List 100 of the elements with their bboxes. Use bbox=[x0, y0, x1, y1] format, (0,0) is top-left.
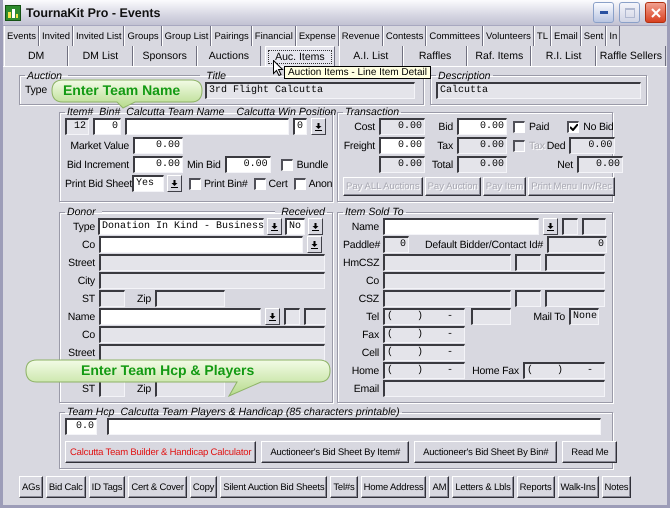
tab[interactable]: R.I. List bbox=[531, 46, 596, 66]
toolbar-button[interactable]: Notes bbox=[602, 476, 632, 498]
toolbar-button[interactable]: Copy bbox=[190, 476, 218, 498]
tab[interactable]: Pairings bbox=[211, 26, 252, 46]
text-field[interactable] bbox=[515, 290, 541, 307]
text-field[interactable]: ( ) - bbox=[523, 362, 605, 379]
toolbar-button[interactable]: Silent Auction Bid Sheets bbox=[220, 476, 328, 498]
text-field[interactable]: 3rd Flight Calcutta bbox=[204, 82, 415, 98]
text-field[interactable]: 0.00 bbox=[133, 137, 183, 154]
minimize-button[interactable] bbox=[593, 2, 614, 23]
action-button[interactable]: Auctioneer's Bid Sheet By Bin# bbox=[414, 441, 558, 463]
tab[interactable]: Group List bbox=[162, 26, 212, 46]
text-field[interactable] bbox=[99, 254, 325, 271]
text-field[interactable] bbox=[99, 290, 125, 307]
text-field[interactable] bbox=[107, 418, 601, 435]
toolbar-button[interactable]: Reports bbox=[516, 476, 555, 498]
text-field[interactable]: 0.00 bbox=[379, 137, 425, 154]
text-field[interactable] bbox=[155, 290, 225, 307]
tab[interactable]: Raffle Sellers bbox=[596, 46, 666, 66]
text-field[interactable]: ( ) - bbox=[383, 308, 465, 325]
tab[interactable]: Auc. Items bbox=[265, 46, 335, 66]
text-field[interactable] bbox=[99, 272, 325, 289]
toolbar-button[interactable]: Tel#s bbox=[330, 476, 358, 498]
tab[interactable]: DM bbox=[4, 46, 68, 66]
tab[interactable]: Raf. Items bbox=[467, 46, 532, 66]
text-field[interactable] bbox=[99, 308, 261, 325]
text-field[interactable] bbox=[383, 272, 605, 289]
text-field[interactable] bbox=[99, 344, 325, 361]
text-field[interactable]: 0.00 bbox=[457, 156, 507, 173]
dropdown-button[interactable] bbox=[308, 218, 323, 235]
text-field[interactable] bbox=[284, 308, 300, 325]
tab[interactable]: Invited List bbox=[73, 26, 124, 46]
checkbox[interactable] bbox=[294, 178, 306, 190]
text-field[interactable] bbox=[471, 308, 511, 325]
checkbox[interactable] bbox=[280, 158, 293, 170]
checkbox[interactable] bbox=[254, 178, 266, 190]
text-field[interactable]: Yes bbox=[132, 175, 164, 192]
text-field[interactable] bbox=[545, 254, 605, 271]
toolbar-button[interactable]: AGs bbox=[19, 476, 43, 498]
toolbar-button[interactable]: Cert & Cover bbox=[128, 476, 187, 498]
toolbar-button[interactable]: Letters & Lbls bbox=[452, 476, 514, 498]
action-button[interactable]: Read Me bbox=[562, 441, 618, 463]
text-field[interactable]: Calcutta bbox=[436, 82, 641, 98]
text-field[interactable]: Donation In Kind - Business bbox=[98, 218, 264, 235]
dropdown-button[interactable] bbox=[307, 236, 322, 253]
tab[interactable]: A.I. List bbox=[338, 46, 403, 66]
checkbox[interactable] bbox=[567, 120, 580, 132]
text-field[interactable]: 0.00 bbox=[577, 156, 623, 173]
text-field[interactable]: ( ) - bbox=[383, 344, 465, 361]
checkbox[interactable] bbox=[189, 178, 201, 190]
text-field[interactable]: 0.00 bbox=[133, 156, 183, 173]
toolbar-button[interactable]: Home Address bbox=[360, 476, 426, 498]
text-field[interactable] bbox=[545, 290, 605, 307]
tab[interactable]: Committees bbox=[426, 26, 484, 46]
tab[interactable]: Sent bbox=[580, 26, 606, 46]
text-field[interactable]: 0.00 bbox=[457, 137, 507, 154]
action-button[interactable]: Auctioneer's Bid Sheet By Item# bbox=[261, 441, 410, 463]
text-field[interactable]: None bbox=[569, 308, 599, 325]
dropdown-button[interactable] bbox=[543, 218, 558, 235]
text-field[interactable]: No bbox=[285, 218, 305, 235]
tab[interactable]: Events bbox=[4, 26, 40, 46]
tab[interactable]: Raffles bbox=[402, 46, 468, 66]
tab[interactable]: Email bbox=[551, 26, 581, 46]
text-field[interactable] bbox=[304, 308, 326, 325]
text-field[interactable]: 0 bbox=[293, 118, 307, 135]
tab[interactable]: TL bbox=[534, 26, 552, 46]
text-field[interactable] bbox=[383, 290, 511, 307]
dropdown-button[interactable] bbox=[311, 118, 326, 135]
text-field[interactable]: ( ) - bbox=[383, 326, 465, 343]
toolbar-button[interactable]: Walk-Ins bbox=[558, 476, 599, 498]
text-field[interactable]: 0.0 bbox=[65, 418, 97, 435]
text-field[interactable] bbox=[99, 236, 303, 253]
toolbar-button[interactable]: Bid Calc bbox=[46, 476, 86, 498]
text-field[interactable]: 0 bbox=[93, 118, 121, 135]
text-field[interactable] bbox=[582, 218, 606, 235]
toolbar-button[interactable]: ID Tags bbox=[88, 476, 126, 498]
tab[interactable]: In bbox=[606, 26, 620, 46]
dropdown-button[interactable] bbox=[267, 218, 282, 235]
text-field[interactable]: ( ) - bbox=[383, 362, 465, 379]
checkbox[interactable] bbox=[513, 120, 525, 132]
toolbar-button[interactable]: AM bbox=[429, 476, 450, 498]
dropdown-button[interactable] bbox=[265, 308, 280, 325]
text-field[interactable] bbox=[383, 218, 539, 235]
close-button[interactable] bbox=[645, 2, 666, 23]
tab[interactable]: Groups bbox=[124, 26, 162, 46]
tab[interactable]: Expense bbox=[296, 26, 339, 46]
tab[interactable]: Volunteers bbox=[483, 26, 534, 46]
text-field[interactable]: 0.00 bbox=[379, 156, 425, 173]
text-field[interactable] bbox=[383, 254, 511, 271]
text-field[interactable]: 0.00 bbox=[224, 156, 271, 173]
text-field[interactable] bbox=[383, 380, 605, 397]
dropdown-button[interactable] bbox=[167, 175, 182, 192]
tab[interactable]: DM List bbox=[68, 46, 133, 66]
tab[interactable]: Sponsors bbox=[132, 46, 197, 66]
text-field[interactable]: 0.00 bbox=[379, 118, 425, 135]
tab[interactable]: Contests bbox=[382, 26, 426, 46]
text-field[interactable] bbox=[99, 326, 325, 343]
text-field[interactable]: 0.00 bbox=[457, 118, 507, 135]
text-field[interactable]: 0.00 bbox=[569, 137, 616, 154]
text-field[interactable]: 12 bbox=[65, 118, 89, 135]
